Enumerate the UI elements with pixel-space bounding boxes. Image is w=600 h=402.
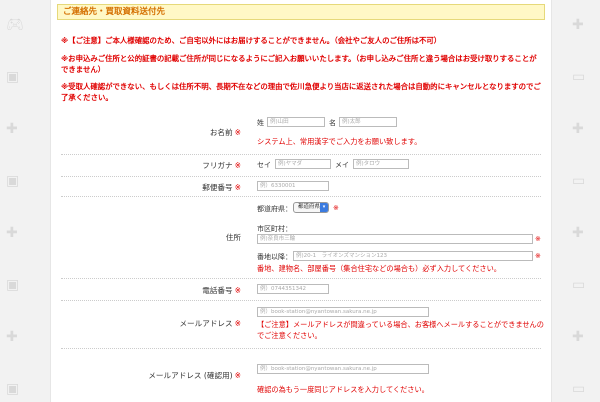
row-email: メールアドレス ※ 例）book-station@nyantowan.sakura… <box>61 300 544 349</box>
city-label: 市区町村： <box>257 225 292 233</box>
sei-kana-input[interactable]: 例)ヤマダ <box>275 159 331 169</box>
furigana-label: フリガナ ※ <box>202 161 241 170</box>
notice-address-match: ※お申込みご住所と公的証書の記載ご住所が同じになるようにご記入お願いいたします。… <box>61 54 537 74</box>
game-controller-icon: ✚ <box>572 17 584 33</box>
mei-input[interactable]: 例)太郎 <box>339 117 397 127</box>
postal-input[interactable]: 例）6330001 <box>257 181 329 191</box>
sei-kana-label: セイ <box>257 161 271 169</box>
monitor-icon: ▭ <box>572 69 586 85</box>
email-confirm-input[interactable]: 例）book-station@nyantowan.sakura.ne.jp <box>257 364 429 374</box>
monitor-icon: ▭ <box>572 277 586 293</box>
email-label: メールアドレス ※ <box>179 319 241 328</box>
email-note-line1: 【ご注意】メールアドレスが間違っている場合、お客様へメールすることができませんの <box>257 320 544 329</box>
row-name: お名前 ※ 姓 例)山田 名 例)太郎 システム上、常用漢字でご入力をお願い致しま… <box>61 110 541 155</box>
game-controller-icon: ✚ <box>572 225 584 241</box>
mei-kana-input[interactable]: 例)タロウ <box>353 159 409 169</box>
row-email-confirm: メールアドレス (確認用) ※ 例）book-station@nyantowan.… <box>61 348 541 402</box>
phone-input[interactable]: 例）0744351342 <box>257 284 329 294</box>
monitor-icon: ▭ <box>572 381 586 397</box>
mei-kana-label: メイ <box>335 161 349 169</box>
phone-label: 電話番号 ※ <box>202 286 241 295</box>
prefecture-value: 都道府県 <box>298 204 321 210</box>
email-confirm-label: メールアドレス (確認用) ※ <box>148 371 241 380</box>
handheld-console-icon: ▣ <box>6 381 20 397</box>
section-title: ご連絡先・買取資料送付先 <box>57 4 545 20</box>
street-required: ※ <box>535 252 541 260</box>
email-note-line2: でご注意ください。 <box>257 331 322 340</box>
address-label: 住所 <box>225 233 241 242</box>
street-note: 番地、建物名、部屋番号（集合住宅などの場合も）必ず入力してください。 <box>257 264 501 273</box>
handheld-console-icon: ▣ <box>6 277 20 293</box>
game-controller-icon: ✚ <box>6 329 18 345</box>
row-phone: 電話番号 ※ 例）0744351342 <box>61 278 541 301</box>
game-controller-icon: ✚ <box>572 329 584 345</box>
postal-label: 郵便番号 ※ <box>202 183 241 192</box>
notice-return-cancel: ※受取人確認ができない、もしくは住所不明、長期不在などの理由で佐川急便より当店に… <box>61 82 541 102</box>
form-sheet: ご連絡先・買取資料送付先 ※【ご注意】ご本人様確認のため、ご自宅以外にはお届けす… <box>50 0 552 402</box>
row-address: 住所 都道府県： 都道府県 ▾ ※ 市区町村： 例)奈良市三輪 ※ 番地以降： … <box>61 196 541 279</box>
street-label: 番地以降： <box>257 253 292 261</box>
prefecture-select[interactable]: 都道府県 ▾ <box>293 202 329 213</box>
game-controller-icon: ✚ <box>6 225 18 241</box>
prefecture-required: ※ <box>333 204 339 212</box>
monitor-icon: ▭ <box>572 173 586 189</box>
email-input[interactable]: 例）book-station@nyantowan.sakura.ne.jp <box>257 307 429 317</box>
mei-label: 名 <box>329 119 336 127</box>
sei-label: 姓 <box>257 119 264 127</box>
handheld-console-icon: ▣ <box>6 173 20 189</box>
game-controller-icon: ✚ <box>6 121 18 137</box>
handheld-console-icon: ▣ <box>6 69 20 85</box>
game-controller-icon: 🎮︎ <box>6 17 24 33</box>
name-label: お名前 ※ <box>209 128 241 137</box>
email-confirm-note: 確認の為もう一度同じアドレスを入力してください。 <box>257 385 429 394</box>
row-furigana: フリガナ ※ セイ 例)ヤマダ メイ 例)タロウ <box>61 154 541 177</box>
street-input[interactable]: 例)20-1 ライオンズマンション123 <box>293 251 533 261</box>
city-required: ※ <box>535 235 541 243</box>
game-controller-icon: ✚ <box>572 121 584 137</box>
sei-input[interactable]: 例)山田 <box>267 117 325 127</box>
name-note: システム上、常用漢字でご入力をお願い致します。 <box>257 137 422 146</box>
row-postal: 郵便番号 ※ 例）6330001 <box>61 176 541 197</box>
city-input[interactable]: 例)奈良市三輪 <box>257 234 533 244</box>
notice-home-only: ※【ご注意】ご本人様確認のため、ご自宅以外にはお届けすることができません。（会社… <box>61 36 442 45</box>
chevron-down-icon: ▾ <box>320 203 328 212</box>
prefecture-label: 都道府県： <box>257 205 292 213</box>
